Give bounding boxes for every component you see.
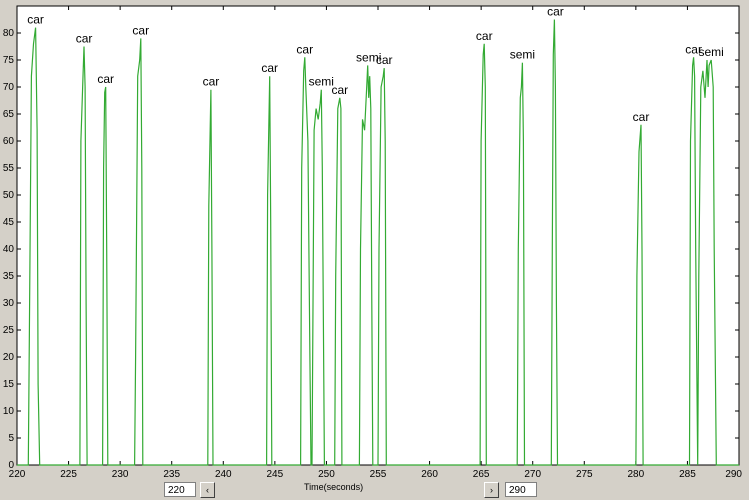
y-tick-label: 10	[3, 406, 15, 417]
x-axis-label: Time(seconds)	[304, 482, 364, 492]
y-tick-label: 15	[3, 379, 15, 390]
x-tick-label: 285	[679, 469, 696, 480]
x-tick-label: 225	[60, 469, 77, 480]
peak-label: car	[296, 42, 313, 56]
x-tick-label: 290	[725, 469, 742, 480]
y-tick-label: 60	[3, 136, 15, 147]
scroll-right-button[interactable]: ›	[484, 482, 499, 498]
peak-label: car	[97, 72, 114, 86]
peak-label: car	[132, 23, 149, 37]
x-tick-label: 250	[318, 469, 335, 480]
y-tick-label: 30	[3, 298, 15, 309]
peak-label: car	[332, 83, 349, 97]
y-tick-label: 50	[3, 190, 15, 201]
y-tick-label: 55	[3, 163, 15, 174]
x-tick-label: 270	[524, 469, 541, 480]
y-tick-label: 20	[3, 352, 15, 363]
x-tick-label: 240	[215, 469, 232, 480]
peak-label: car	[633, 110, 650, 124]
x-tick-label: 255	[370, 469, 387, 480]
y-tick-label: 80	[3, 28, 15, 39]
x-tick-label: 220	[9, 469, 26, 480]
x-tick-label: 245	[267, 469, 284, 480]
chevron-right-icon: ›	[490, 485, 493, 495]
range-control-bar: 220 ‹ Time(seconds) › 290	[0, 481, 749, 500]
range-start-input[interactable]: 220	[164, 482, 196, 497]
peak-label: semi	[309, 75, 334, 89]
x-tick-label: 230	[112, 469, 129, 480]
peak-label: car	[76, 32, 93, 46]
x-tick-label: 280	[628, 469, 645, 480]
y-tick-label: 45	[3, 217, 15, 228]
y-tick-label: 35	[3, 271, 15, 282]
range-end-input[interactable]: 290	[505, 482, 537, 497]
scroll-left-button[interactable]: ‹	[200, 482, 215, 498]
y-tick-label: 40	[3, 244, 15, 255]
peak-label: car	[476, 29, 493, 43]
chart: 05101520253035404550556065707580220 225 23…	[0, 0, 749, 481]
y-tick-label: 75	[3, 55, 15, 66]
peak-label: semi	[698, 45, 723, 59]
x-tick-label: 260	[421, 469, 438, 480]
chevron-left-icon: ‹	[206, 485, 209, 495]
x-tick-label: 265	[473, 469, 490, 480]
x-tick-label: 275	[576, 469, 593, 480]
peak-label: car	[203, 75, 220, 89]
y-tick-label: 5	[8, 433, 14, 444]
peak-label: car	[27, 13, 44, 27]
y-tick-label: 25	[3, 325, 15, 336]
peak-label: semi	[510, 48, 535, 62]
peak-label: car	[376, 53, 393, 67]
y-tick-label: 65	[3, 109, 15, 120]
peak-label: car	[547, 5, 564, 19]
peak-label: car	[261, 61, 278, 75]
y-tick-label: 70	[3, 82, 15, 93]
x-tick-label: 235	[163, 469, 180, 480]
